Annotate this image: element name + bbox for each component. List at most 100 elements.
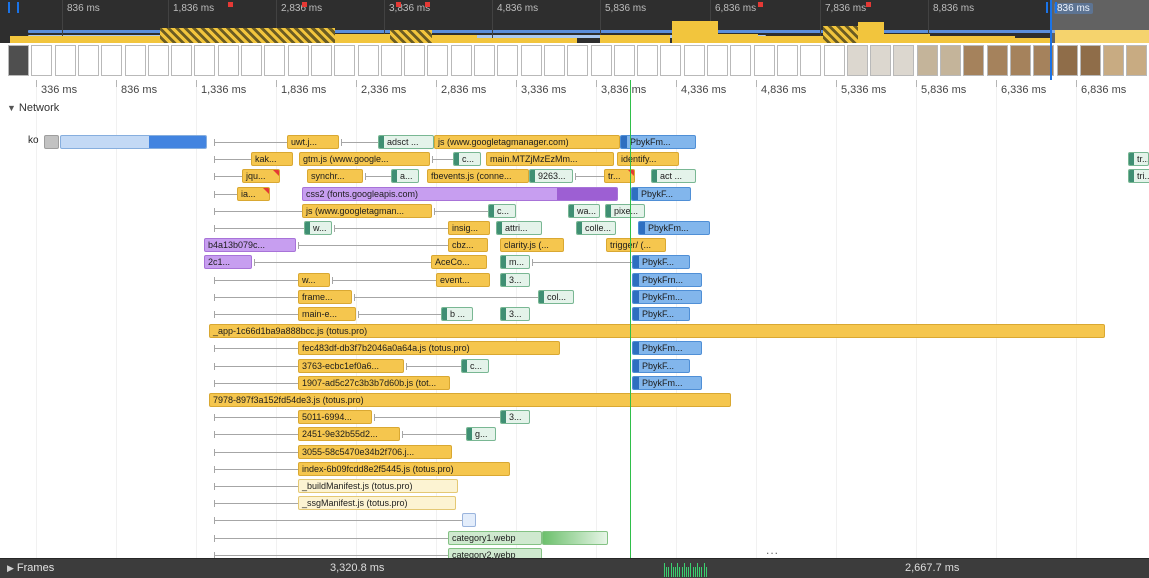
network-request-bar[interactable]: main-e... <box>298 307 356 321</box>
filmstrip-thumbnail[interactable] <box>194 45 215 76</box>
network-request-bar[interactable]: colle... <box>576 221 616 235</box>
network-request-bar[interactable]: css2 (fonts.googleapis.com) <box>302 187 618 201</box>
network-request-bar[interactable]: w... <box>304 221 332 235</box>
network-request-bar[interactable]: 9263... <box>529 169 573 183</box>
filmstrip-thumbnail[interactable] <box>754 45 775 76</box>
filmstrip-thumbnail[interactable] <box>8 45 29 76</box>
network-request-bar[interactable]: c... <box>488 204 516 218</box>
filmstrip-thumbnail[interactable] <box>148 45 169 76</box>
network-request-bar[interactable]: 3... <box>500 410 530 424</box>
filmstrip-thumbnail[interactable] <box>847 45 868 76</box>
network-request-bar[interactable]: 3055-58c5470e34b2f706.j... <box>298 445 452 459</box>
filmstrip-thumbnail[interactable] <box>1103 45 1124 76</box>
network-request-bar[interactable]: cbz... <box>448 238 488 252</box>
filmstrip-thumbnail[interactable] <box>264 45 285 76</box>
network-request-bar[interactable]: PbykFrn... <box>632 273 702 287</box>
filmstrip-thumbnail[interactable] <box>800 45 821 76</box>
selection-handle-left[interactable] <box>8 2 19 13</box>
network-request-bar[interactable] <box>60 135 207 149</box>
network-request-bar[interactable]: synchr... <box>307 169 363 183</box>
network-request-bar[interactable]: trigger/ (... <box>606 238 666 252</box>
network-request-bar[interactable]: gtm.js (www.google... <box>299 152 430 166</box>
network-request-bar[interactable]: w... <box>298 273 330 287</box>
filmstrip-thumbnail[interactable] <box>707 45 728 76</box>
network-waterfall-panel[interactable]: 336 ms836 ms1,336 ms1,836 ms2,336 ms2,83… <box>0 80 1149 558</box>
filmstrip-thumbnail[interactable] <box>334 45 355 76</box>
network-request-bar[interactable]: 3763-ecbc1ef0a6... <box>298 359 404 373</box>
network-request-bar[interactable]: tri... <box>1128 169 1149 183</box>
collapse-triangle-icon[interactable]: ▼ <box>7 103 16 113</box>
network-request-bar[interactable]: attri... <box>496 221 542 235</box>
network-request-bar[interactable]: identify... <box>617 152 679 166</box>
filmstrip-thumbnail[interactable] <box>101 45 122 76</box>
filmstrip-thumbnail[interactable] <box>451 45 472 76</box>
filmstrip-thumbnail[interactable] <box>987 45 1008 76</box>
expand-triangle-icon[interactable]: ▶ <box>7 563 14 574</box>
filmstrip-thumbnail[interactable] <box>404 45 425 76</box>
network-request-bar[interactable]: uwt.j... <box>287 135 339 149</box>
network-request-bar[interactable]: PbykFm... <box>632 341 702 355</box>
filmstrip-thumbnail[interactable] <box>637 45 658 76</box>
filmstrip-thumbnail[interactable] <box>171 45 192 76</box>
network-request-bar[interactable]: 3... <box>500 307 530 321</box>
network-request-bar[interactable]: kak... <box>251 152 293 166</box>
network-request-bar[interactable]: index-6b09fcdd8e2f5445.js (totus.pro) <box>298 462 510 476</box>
filmstrip-thumbnail[interactable] <box>1010 45 1031 76</box>
network-request-bar[interactable]: b ... <box>441 307 473 321</box>
filmstrip-thumbnail[interactable] <box>311 45 332 76</box>
filmstrip-thumbnail[interactable] <box>241 45 262 76</box>
frames-section[interactable]: ▶Frames 3,320.8 ms 2,667.7 ms <box>0 558 1149 578</box>
filmstrip-thumbnail[interactable] <box>730 45 751 76</box>
filmstrip-thumbnail[interactable] <box>218 45 239 76</box>
filmstrip-thumbnail[interactable] <box>614 45 635 76</box>
network-request-bar[interactable]: _ssgManifest.js (totus.pro) <box>298 496 456 510</box>
network-request-bar[interactable]: PbykF... <box>632 255 690 269</box>
filmstrip-thumbnail[interactable] <box>777 45 798 76</box>
network-request-bar[interactable]: b4a13b079c... <box>204 238 296 252</box>
network-request-bar[interactable]: PbykFm... <box>620 135 696 149</box>
network-request-bar[interactable]: 3... <box>500 273 530 287</box>
network-request-bar[interactable]: _app-1c66d1ba9a888bcc.js (totus.pro) <box>209 324 1105 338</box>
playhead-line[interactable] <box>630 80 631 558</box>
network-request-bar[interactable]: 5011-6994... <box>298 410 372 424</box>
filmstrip-thumbnail[interactable] <box>940 45 961 76</box>
network-request-bar[interactable]: js (www.googletagman... <box>302 204 432 218</box>
network-request-bar[interactable]: _buildManifest.js (totus.pro) <box>298 479 458 493</box>
network-request-bar[interactable]: js (www.googletagmanager.com) <box>434 135 620 149</box>
network-request-bar[interactable]: a... <box>391 169 419 183</box>
network-request-bar[interactable] <box>44 135 59 149</box>
filmstrip-thumbnail[interactable] <box>521 45 542 76</box>
network-request-bar[interactable]: PbykFm... <box>638 221 710 235</box>
network-request-bar[interactable]: frame... <box>298 290 352 304</box>
filmstrip-thumbnail[interactable] <box>893 45 914 76</box>
filmstrip-thumbnail[interactable] <box>125 45 146 76</box>
filmstrip-thumbnail[interactable] <box>870 45 891 76</box>
filmstrip-thumbnail[interactable] <box>474 45 495 76</box>
network-request-bar[interactable]: 2451-9e32b55d2... <box>298 427 400 441</box>
filmstrip-thumbnail[interactable] <box>1126 45 1147 76</box>
filmstrip-thumbnail[interactable] <box>1057 45 1078 76</box>
network-request-bar[interactable]: 7978-897f3a152fd54de3.js (totus.pro) <box>209 393 731 407</box>
network-request-bar[interactable]: fec483df-db3f7b2046a0a64a.js (totus.pro) <box>298 341 560 355</box>
network-request-bar[interactable]: g... <box>466 427 496 441</box>
network-request-bar[interactable]: m... <box>500 255 530 269</box>
filmstrip-thumbnail[interactable] <box>381 45 402 76</box>
network-request-bar[interactable]: event... <box>436 273 490 287</box>
filmstrip-thumbnail[interactable] <box>288 45 309 76</box>
network-request-bar[interactable]: jqu... <box>242 169 280 183</box>
network-request-bar[interactable]: PbykFm... <box>632 290 702 304</box>
network-request-bar[interactable]: 2c1... <box>204 255 252 269</box>
network-request-bar[interactable]: main.MTZjMzEzMm... <box>486 152 614 166</box>
network-section-header[interactable]: ▼Network <box>7 102 59 114</box>
network-request-bar[interactable]: clarity.js (... <box>500 238 564 252</box>
filmstrip-thumbnail[interactable] <box>427 45 448 76</box>
selection-grip-icon[interactable] <box>1046 2 1057 13</box>
network-request-bar[interactable]: pixe... <box>605 204 645 218</box>
network-request-bar[interactable] <box>462 513 476 527</box>
filmstrip-thumbnail[interactable] <box>497 45 518 76</box>
network-request-bar[interactable] <box>542 531 608 545</box>
network-request-bar[interactable]: c... <box>461 359 489 373</box>
network-request-bar[interactable]: fbevents.js (conne... <box>427 169 529 183</box>
network-request-bar[interactable]: act ... <box>651 169 696 183</box>
network-request-bar[interactable]: ia... <box>237 187 270 201</box>
